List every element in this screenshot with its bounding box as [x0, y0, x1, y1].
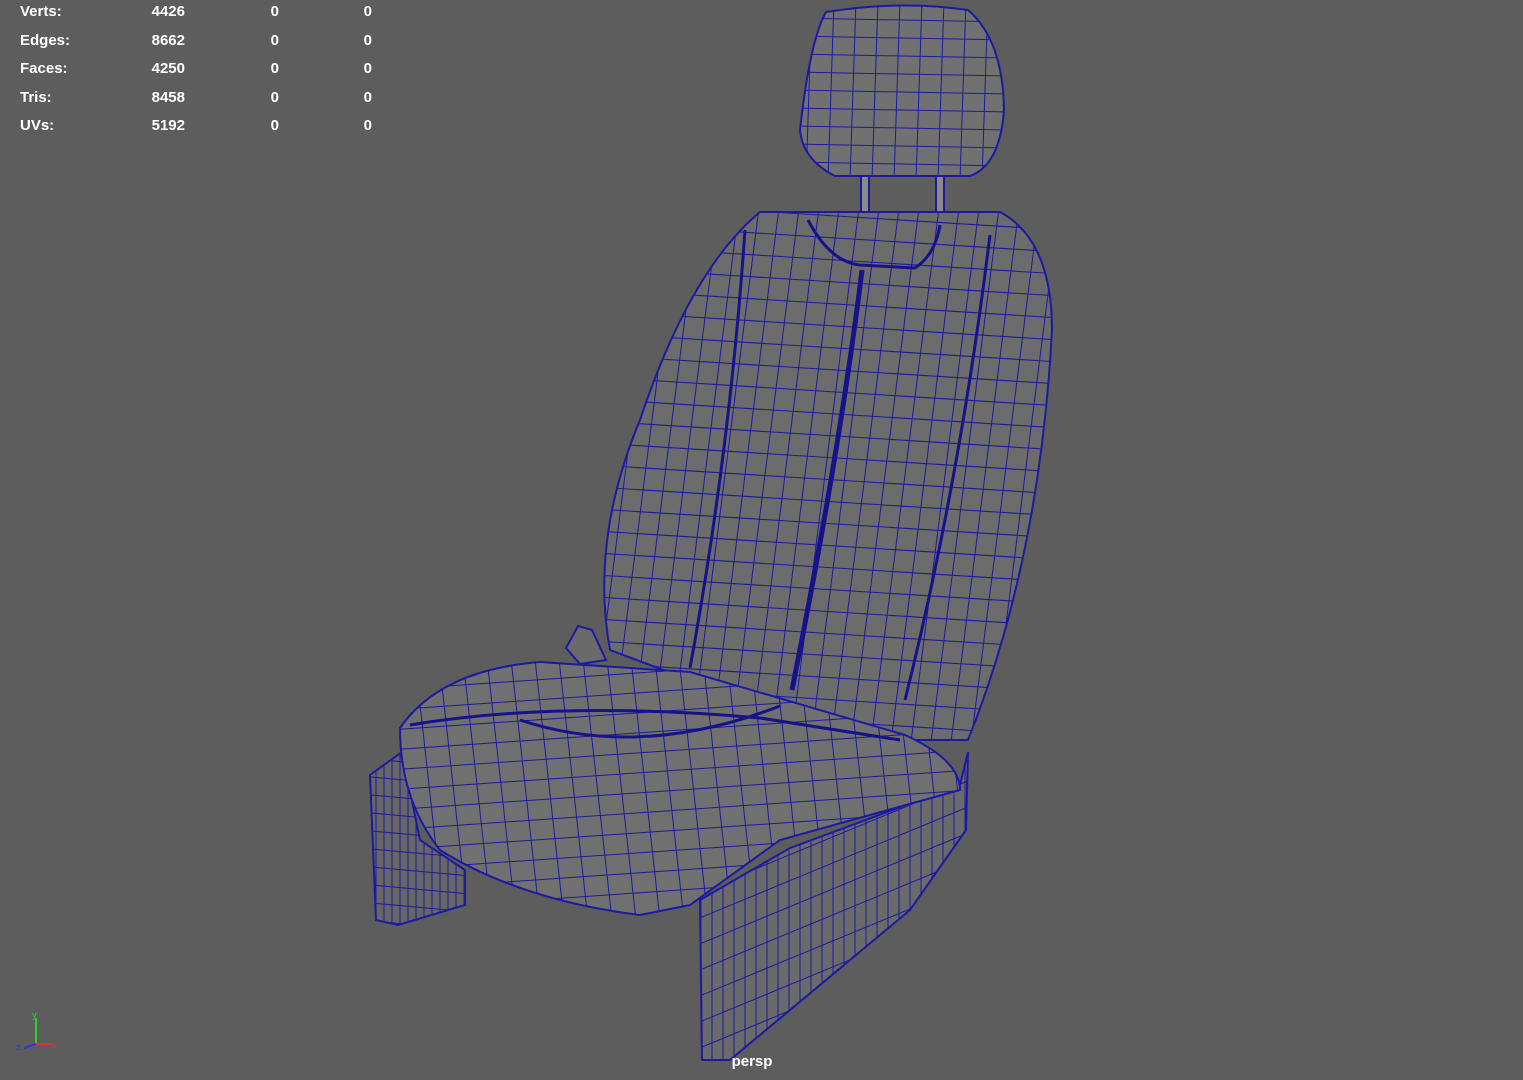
camera-name-label: persp [731, 1053, 773, 1070]
3d-viewport[interactable]: Verts: 4426 0 0 Edges: 8662 0 0 Faces: 4250 0 0 Tris… [0, 0, 1523, 1080]
hud-value-other: 0 [363, 31, 372, 49]
hud-value-other: 0 [363, 88, 372, 106]
hud-value-selected: 0 [270, 3, 279, 20]
hud-value-selected: 0 [270, 31, 279, 49]
hud-value-total: 4426 [151, 3, 185, 20]
seat-mesh-shapes [368, 4, 1054, 1061]
axis-y-label: y [32, 1010, 37, 1020]
hud-value-selected: 0 [270, 60, 279, 78]
hud-value-total: 4250 [151, 60, 185, 78]
hud-value-total: 5192 [151, 117, 185, 135]
seat-belt-buckle [564, 624, 608, 666]
hud-value-selected: 0 [270, 88, 279, 106]
hud-row: Tris: 8458 0 0 [0, 88, 400, 108]
hud-label: UVs: [20, 117, 55, 135]
hud-label: Verts: [20, 3, 62, 20]
hud-row: UVs: 5192 0 0 [0, 116, 400, 136]
headrest-post-left [860, 173, 870, 215]
hud-value-total: 8458 [151, 88, 185, 106]
hud-row: Edges: 8662 0 0 [0, 31, 400, 51]
hud-label: Edges: [20, 31, 71, 49]
hud-value-total: 8662 [151, 31, 185, 49]
hud-value-other: 0 [363, 117, 372, 135]
axis-z-label: z [16, 1042, 21, 1052]
hud-value-selected: 0 [270, 117, 279, 135]
hud-row: Verts: 4426 0 0 [0, 2, 400, 22]
axis-gizmo: y x z [16, 1010, 57, 1052]
headrest-post-right [935, 173, 945, 217]
hud-label: Tris: [20, 88, 52, 106]
hud-label: Faces: [20, 60, 68, 78]
hud-value-other: 0 [363, 60, 372, 78]
hud-value-other: 0 [363, 3, 372, 20]
car-seat-wireframe-model[interactable] [0, 0, 1523, 1080]
axis-x-label: x [52, 1040, 57, 1050]
hud-row: Faces: 4250 0 0 [0, 59, 400, 79]
